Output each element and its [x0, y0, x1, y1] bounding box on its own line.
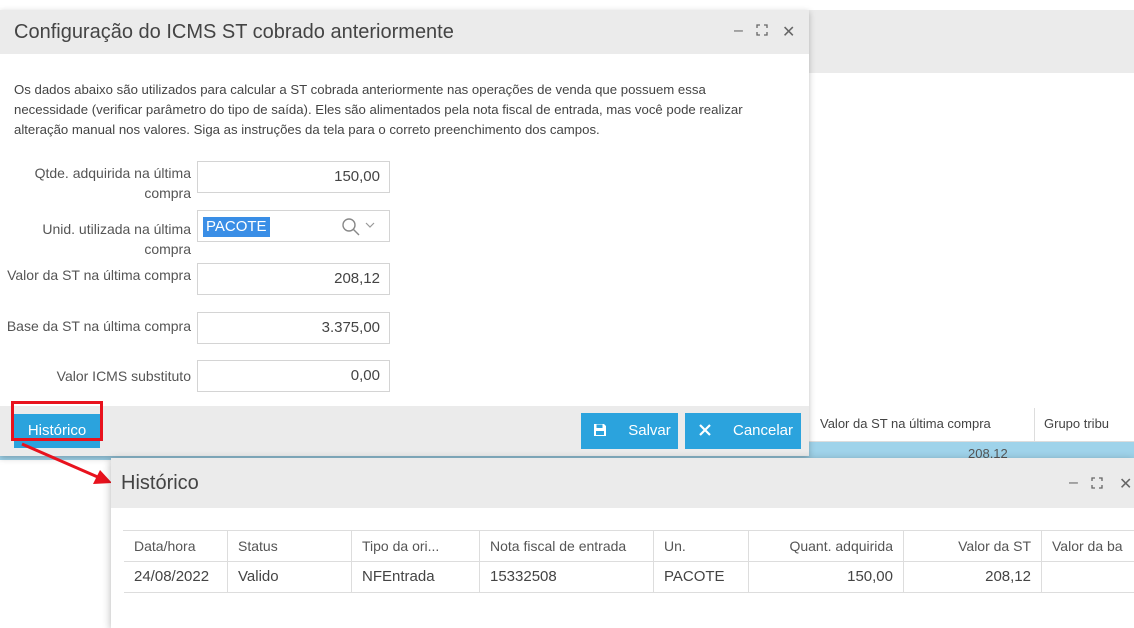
- close-icon: [699, 413, 711, 449]
- search-icon[interactable]: [341, 217, 361, 237]
- minimize-icon[interactable]: –: [1069, 474, 1078, 492]
- save-button[interactable]: Salvar: [581, 413, 678, 449]
- dialog-title-bar[interactable]: Configuração do ICMS ST cobrado anterior…: [0, 10, 809, 54]
- field-label-icms-substituto: Valor ICMS substituto: [56, 368, 191, 384]
- column-header[interactable]: Valor da ba: [1042, 531, 1134, 562]
- icms-substituto-input[interactable]: 0,00: [197, 360, 390, 392]
- table-cell[interactable]: Valido: [228, 562, 352, 593]
- table-cell[interactable]: 150,00: [749, 562, 904, 593]
- qtde-adquirida-input[interactable]: 150,00: [197, 161, 390, 193]
- maximize-icon[interactable]: [1091, 476, 1103, 494]
- close-icon[interactable]: ✕: [1119, 474, 1132, 494]
- field-label-base-st: Base da ST na última compra: [6, 318, 191, 334]
- background-column-header[interactable]: Grupo tribu: [1044, 416, 1109, 431]
- cancel-label: Cancelar: [732, 422, 794, 439]
- historico-grid: Data/hora Status Tipo da ori... Nota fis…: [123, 530, 1134, 593]
- close-icon[interactable]: ✕: [782, 22, 795, 42]
- table-cell[interactable]: NFEntrada: [352, 562, 480, 593]
- table-cell[interactable]: [1042, 562, 1134, 593]
- column-header[interactable]: Status: [228, 531, 352, 562]
- column-header[interactable]: Valor da ST: [904, 531, 1042, 562]
- field-label-qtde: Qtde. adquirida na última compra: [34, 165, 191, 201]
- column-header[interactable]: Data/hora: [124, 531, 228, 562]
- background-window-header: [808, 10, 1134, 73]
- background-column-header[interactable]: Valor da ST na última compra: [820, 416, 991, 431]
- base-st-input[interactable]: 3.375,00: [197, 312, 390, 344]
- table-cell[interactable]: 208,12: [904, 562, 1042, 593]
- page: Valor da ST na última compra Grupo tribu…: [0, 0, 1134, 628]
- column-header[interactable]: Quant. adquirida: [749, 531, 904, 562]
- historico-highlight-box: [11, 401, 103, 441]
- icms-st-config-dialog: Configuração do ICMS ST cobrado anterior…: [0, 10, 809, 456]
- unid-select[interactable]: PACOTE: [197, 210, 390, 242]
- historico-dialog: Histórico – ✕ Data/hora Status Tipo da o…: [111, 458, 1134, 628]
- column-divider: [1034, 408, 1035, 442]
- field-label-valor-st: Valor da ST na última compra: [7, 267, 191, 283]
- table-cell[interactable]: 15332508: [480, 562, 654, 593]
- valor-st-input[interactable]: 208,12: [197, 263, 390, 295]
- save-icon: [593, 413, 607, 449]
- column-header[interactable]: Un.: [654, 531, 749, 562]
- chevron-down-icon[interactable]: [365, 218, 375, 232]
- dialog-footer: Histórico Salvar Cancelar: [0, 406, 809, 456]
- dialog-title: Histórico: [121, 472, 199, 494]
- cancel-button[interactable]: Cancelar: [685, 413, 801, 449]
- background-table-header: Valor da ST na última compra Grupo tribu: [808, 408, 1134, 442]
- column-header[interactable]: Nota fiscal de entrada: [480, 531, 654, 562]
- minimize-icon[interactable]: –: [734, 22, 743, 40]
- maximize-icon[interactable]: [756, 24, 768, 39]
- save-label: Salvar: [628, 422, 671, 439]
- table-cell[interactable]: 24/08/2022: [124, 562, 228, 593]
- field-label-unid: Unid. utilizada na última compra: [42, 221, 191, 257]
- dialog-description: Os dados abaixo são utilizados para calc…: [14, 82, 743, 137]
- table-cell[interactable]: PACOTE: [654, 562, 749, 593]
- unid-selected-value: PACOTE: [203, 217, 270, 237]
- column-header[interactable]: Tipo da ori...: [352, 531, 480, 562]
- dialog-title-bar[interactable]: Histórico – ✕: [111, 458, 1134, 508]
- dialog-title: Configuração do ICMS ST cobrado anterior…: [14, 21, 454, 43]
